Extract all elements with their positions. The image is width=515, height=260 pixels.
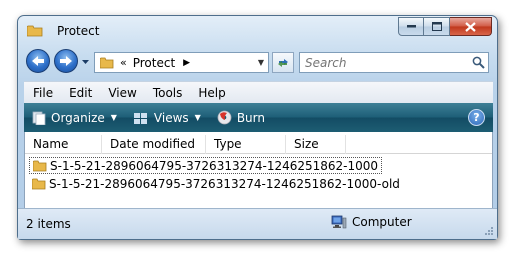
close-icon [465,21,476,32]
search-box[interactable] [299,52,489,73]
address-bar[interactable]: « Protect ▶ ▼ [94,52,269,73]
computer-icon [331,215,347,229]
status-bar: 2 items Computer [18,208,497,239]
menu-edit[interactable]: Edit [60,86,99,100]
search-icon[interactable] [472,56,485,69]
folder-icon [33,160,47,171]
back-arrow-icon [32,56,44,66]
caption-buttons [398,17,492,36]
recent-pages-dropdown-icon[interactable] [81,58,90,66]
breadcrumb-arrow[interactable]: ▶ [183,58,190,68]
navigation-bar: « Protect ▶ ▼ [18,45,497,79]
views-label: Views [153,110,189,125]
organize-dropdown-icon: ▼ [110,113,117,122]
refresh-button[interactable] [272,52,294,73]
organize-button[interactable]: Organize ▼ [24,103,125,132]
file-row[interactable]: S-1-5-21-2896064795-3726313274-124625186… [29,157,383,174]
burn-disc-icon [217,110,232,125]
organize-label: Organize [51,110,105,125]
minimize-button[interactable] [398,17,424,36]
menu-view[interactable]: View [99,86,143,100]
folder-icon [100,57,114,68]
file-row[interactable]: S-1-5-21-2896064795-3726313274-124625186… [29,175,400,192]
menu-help[interactable]: Help [189,86,232,100]
views-dropdown-icon: ▼ [194,113,201,122]
title-bar[interactable]: Protect [18,16,497,46]
zone-label: Computer [352,215,412,229]
organize-icon [32,111,46,125]
window-title: Protect [57,24,100,38]
file-list-pane[interactable]: Name Date modified Type Size S-1-5-21-28… [24,132,493,208]
forward-arrow-icon [60,56,72,66]
column-header-date-modified[interactable]: Date modified [102,135,206,154]
help-button[interactable]: ? [468,109,485,126]
folder-icon [26,25,43,37]
forward-button[interactable] [54,49,78,73]
views-icon [133,112,147,124]
close-button[interactable] [450,17,492,36]
burn-label: Burn [236,110,265,125]
menu-tools[interactable]: Tools [144,86,190,100]
search-input[interactable] [300,53,470,72]
back-button[interactable] [26,49,50,73]
item-count: 2 items [26,217,71,231]
folder-icon [32,178,46,189]
refresh-icon [278,58,288,67]
menu-file[interactable]: File [24,86,60,100]
explorer-window: Protect « Protect ▶ ▼ Search File Edit V… [17,15,498,240]
column-header-type[interactable]: Type [206,135,286,154]
column-headers: Name Date modified Type Size [25,135,492,154]
address-overflow-chevron[interactable]: « [120,56,127,69]
maximize-icon [431,22,442,31]
minimize-icon [406,25,416,28]
address-dropdown-icon[interactable]: ▼ [258,58,264,67]
resize-grip-icon[interactable] [484,226,494,236]
command-bar: Organize ▼ Views ▼ Burn ? [24,103,493,132]
file-name: S-1-5-21-2896064795-3726313274-124625186… [50,158,379,173]
column-header-name[interactable]: Name [25,135,102,154]
column-header-size[interactable]: Size [286,135,346,154]
maximize-button[interactable] [424,17,450,36]
menu-bar: File Edit View Tools Help [24,81,493,103]
views-button[interactable]: Views ▼ [125,103,209,132]
file-name: S-1-5-21-2896064795-3726313274-124625186… [49,176,400,191]
security-zone: Computer [331,215,412,229]
address-breadcrumb-protect[interactable]: Protect [133,56,175,70]
burn-button[interactable]: Burn [209,103,273,132]
